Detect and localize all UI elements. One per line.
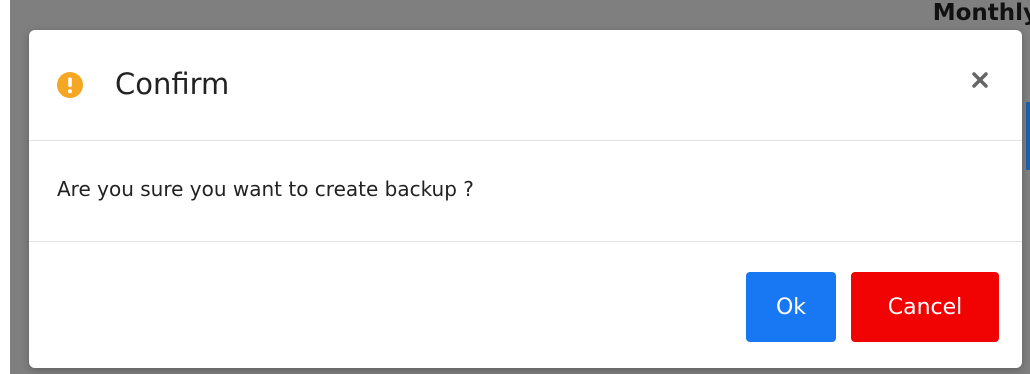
- screen: Monthly Confirm Are you sure you want to…: [0, 0, 1030, 374]
- dialog-body: Are you sure you want to create backup ?: [29, 141, 1022, 242]
- dialog-header: Confirm: [29, 30, 1022, 141]
- page-edge: [0, 0, 10, 374]
- dialog-footer: Ok Cancel: [29, 242, 1022, 368]
- ok-button[interactable]: Ok: [746, 272, 836, 342]
- background-panel-edge: [1026, 102, 1030, 170]
- warning-icon: [57, 72, 83, 98]
- confirm-dialog: Confirm Are you sure you want to create …: [29, 30, 1022, 368]
- dialog-message: Are you sure you want to create backup ?: [57, 177, 474, 201]
- dialog-title: Confirm: [115, 67, 230, 101]
- cancel-button[interactable]: Cancel: [851, 272, 999, 342]
- background-page-heading: Monthly: [932, 0, 1030, 26]
- close-icon: [972, 72, 988, 88]
- close-button[interactable]: [966, 66, 994, 94]
